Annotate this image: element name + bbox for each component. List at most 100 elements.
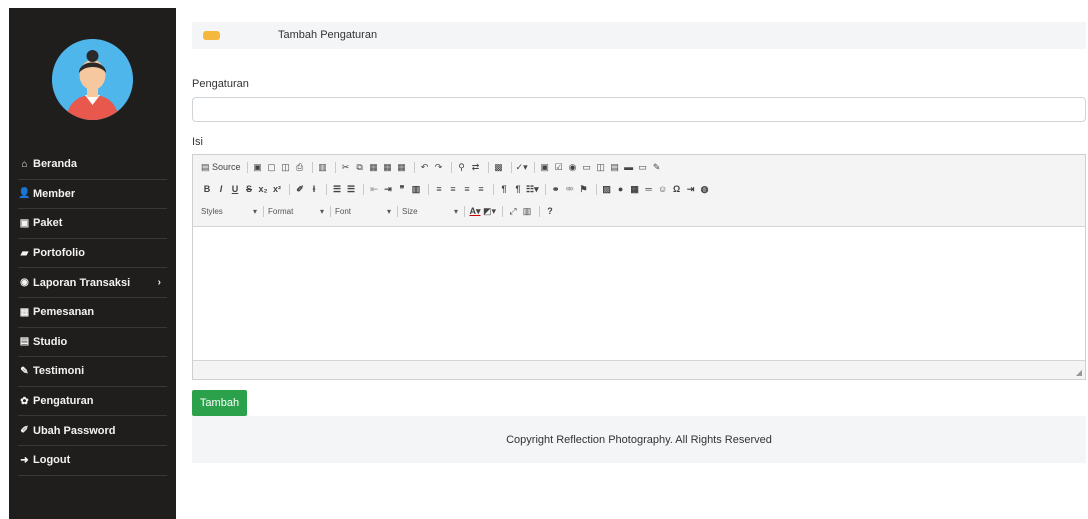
preview-icon[interactable]: ◫ (280, 162, 292, 173)
save-icon[interactable]: ▣ (252, 162, 264, 173)
align-left-icon[interactable]: ≡ (433, 184, 445, 194)
pencil-icon: ✎ (20, 365, 29, 377)
sidebar-item-testimoni[interactable]: ✎ Testimoni (18, 357, 167, 387)
unlink-icon[interactable]: ⚮ (564, 184, 576, 195)
sidebar-item-laporan-transaksi[interactable]: ◉ Laporan Transaksi › (18, 268, 167, 298)
sidebar-item-paket[interactable]: ▣ Paket (18, 209, 167, 239)
sidebar-item-ubah-password[interactable]: ✐ Ubah Password (18, 416, 167, 446)
new-page-icon[interactable]: ▢ (266, 162, 278, 173)
subscript-button[interactable]: x₂ (257, 184, 269, 194)
bulleted-list-icon[interactable]: ☰ (345, 184, 357, 195)
flash-icon[interactable]: ● (615, 184, 627, 194)
hidden-field-icon[interactable]: ✎ (651, 162, 663, 173)
iframe-icon[interactable]: ◍ (699, 184, 711, 195)
size-dropdown[interactable]: Size ▾ (402, 207, 458, 216)
ltr-icon[interactable]: ¶ (498, 184, 510, 194)
text-color-button[interactable]: A▾ (469, 206, 481, 217)
separator (363, 183, 364, 195)
user-avatar (52, 39, 133, 120)
sidebar-item-member[interactable]: 👤 Member (18, 180, 167, 210)
button-icon[interactable]: ▬ (623, 162, 635, 172)
textfield-icon[interactable]: ▭ (581, 162, 593, 173)
justify-icon[interactable]: ≡ (475, 184, 487, 194)
gear-icon: ✿ (20, 395, 29, 407)
undo-icon[interactable]: ↶ (419, 162, 431, 173)
panel-title: Tambah Pengaturan (278, 29, 378, 41)
resize-handle-icon[interactable]: ◢ (1076, 368, 1082, 377)
page-break-icon[interactable]: ⇥ (685, 184, 697, 195)
image-icon[interactable]: ▨ (601, 184, 613, 195)
redo-icon[interactable]: ↷ (433, 162, 445, 173)
paste-icon[interactable]: ▦ (368, 162, 380, 173)
table-icon[interactable]: ▦ (629, 184, 641, 195)
select-all-icon[interactable]: ▩ (493, 162, 505, 173)
styles-dropdown[interactable]: Styles ▾ (201, 207, 257, 216)
separator (428, 183, 429, 195)
pengaturan-input[interactable] (192, 97, 1086, 122)
editor-content-area[interactable] (193, 227, 1085, 360)
cut-icon[interactable]: ✂ (340, 162, 352, 173)
sidebar-item-beranda[interactable]: ⌂ Beranda (18, 150, 167, 180)
separator (413, 161, 415, 173)
bg-color-button[interactable]: ◩▾ (483, 206, 496, 217)
div-container-icon[interactable]: ▥ (410, 184, 422, 195)
find-icon[interactable]: ⚲ (456, 162, 468, 173)
image-button-icon[interactable]: ▭ (637, 162, 649, 173)
select-icon[interactable]: ▤ (609, 162, 621, 173)
templates-icon[interactable]: ▥ (317, 162, 329, 173)
maximize-icon[interactable]: ⤢ (507, 206, 519, 217)
separator (397, 205, 398, 217)
separator (539, 205, 541, 217)
sidebar-item-portofolio[interactable]: ▰ Portofolio (18, 239, 167, 269)
remove-format-icon[interactable]: Ɨ (308, 184, 320, 194)
radio-icon[interactable]: ◉ (567, 162, 579, 173)
rtl-icon[interactable]: ¶ (512, 184, 524, 194)
tambah-button[interactable]: Tambah (192, 390, 247, 416)
chevron-down-icon: ▾ (319, 206, 324, 216)
copy-icon[interactable]: ⧉ (354, 162, 366, 173)
outdent-icon[interactable]: ⇤ (368, 184, 380, 195)
link-icon[interactable]: ⚭ (550, 184, 562, 195)
sidebar-item-pengaturan[interactable]: ✿ Pengaturan (18, 387, 167, 417)
bold-button[interactable]: B (201, 184, 213, 194)
separator (289, 183, 290, 195)
separator (330, 205, 331, 217)
indent-icon[interactable]: ⇥ (382, 184, 394, 195)
form-icon[interactable]: ▣ (539, 162, 551, 173)
toolbar-row-2: B I U S x₂ x² ✐ Ɨ ☰ ☰ ⇤ ⇥ ❞ ▥ ≡ ≡ ≡ ≡ ¶ … (201, 182, 713, 196)
sidebar-item-pemesanan[interactable]: ▦ Pemesanan (18, 298, 167, 328)
blockquote-icon[interactable]: ❞ (396, 184, 408, 195)
sidebar-item-logout[interactable]: ➜ Logout (18, 446, 167, 476)
special-char-icon[interactable]: Ω (671, 184, 683, 194)
editor-toolbar: ▤ Source ▣ ▢ ◫ ⎙ ▥ ✂ ⧉ ▦ ▦ ▦ ↶ ↷ ⚲ ⇄ ▩ ✓… (193, 155, 1085, 227)
paste-word-icon[interactable]: ▦ (396, 162, 408, 173)
source-button[interactable]: ▤ Source (201, 162, 241, 173)
sidebar-item-studio[interactable]: ▤ Studio (18, 328, 167, 358)
replace-icon[interactable]: ⇄ (470, 162, 482, 173)
align-right-icon[interactable]: ≡ (461, 184, 473, 194)
strike-button[interactable]: S (243, 184, 255, 194)
print-icon[interactable]: ⎙ (294, 162, 306, 173)
numbered-list-icon[interactable]: ☰ (331, 184, 343, 195)
picture-icon: ▤ (19, 336, 30, 348)
horizontal-rule-icon[interactable]: ═ (643, 184, 655, 194)
anchor-icon[interactable]: ⚑ (578, 184, 590, 195)
superscript-button[interactable]: x² (271, 184, 283, 194)
help-icon[interactable]: ? (544, 206, 556, 216)
spellcheck-icon[interactable]: ✓▾ (516, 162, 528, 173)
underline-button[interactable]: U (229, 184, 241, 194)
separator (450, 161, 452, 173)
copy-format-icon[interactable]: ✐ (294, 184, 306, 195)
sidebar-item-label: Paket (33, 217, 63, 230)
textarea-icon[interactable]: ◫ (595, 162, 607, 173)
font-dropdown[interactable]: Font ▾ (335, 207, 391, 216)
format-dropdown[interactable]: Format ▾ (268, 207, 324, 216)
italic-button[interactable]: I (215, 184, 227, 194)
rich-text-editor: ▤ Source ▣ ▢ ◫ ⎙ ▥ ✂ ⧉ ▦ ▦ ▦ ↶ ↷ ⚲ ⇄ ▩ ✓… (192, 154, 1086, 380)
language-icon[interactable]: ☷▾ (526, 184, 539, 195)
smiley-icon[interactable]: ☺ (657, 184, 669, 194)
show-blocks-icon[interactable]: ▥ (521, 206, 533, 217)
paste-text-icon[interactable]: ▦ (382, 162, 394, 173)
checkbox-icon[interactable]: ☑ (553, 162, 565, 173)
align-center-icon[interactable]: ≡ (447, 184, 459, 194)
